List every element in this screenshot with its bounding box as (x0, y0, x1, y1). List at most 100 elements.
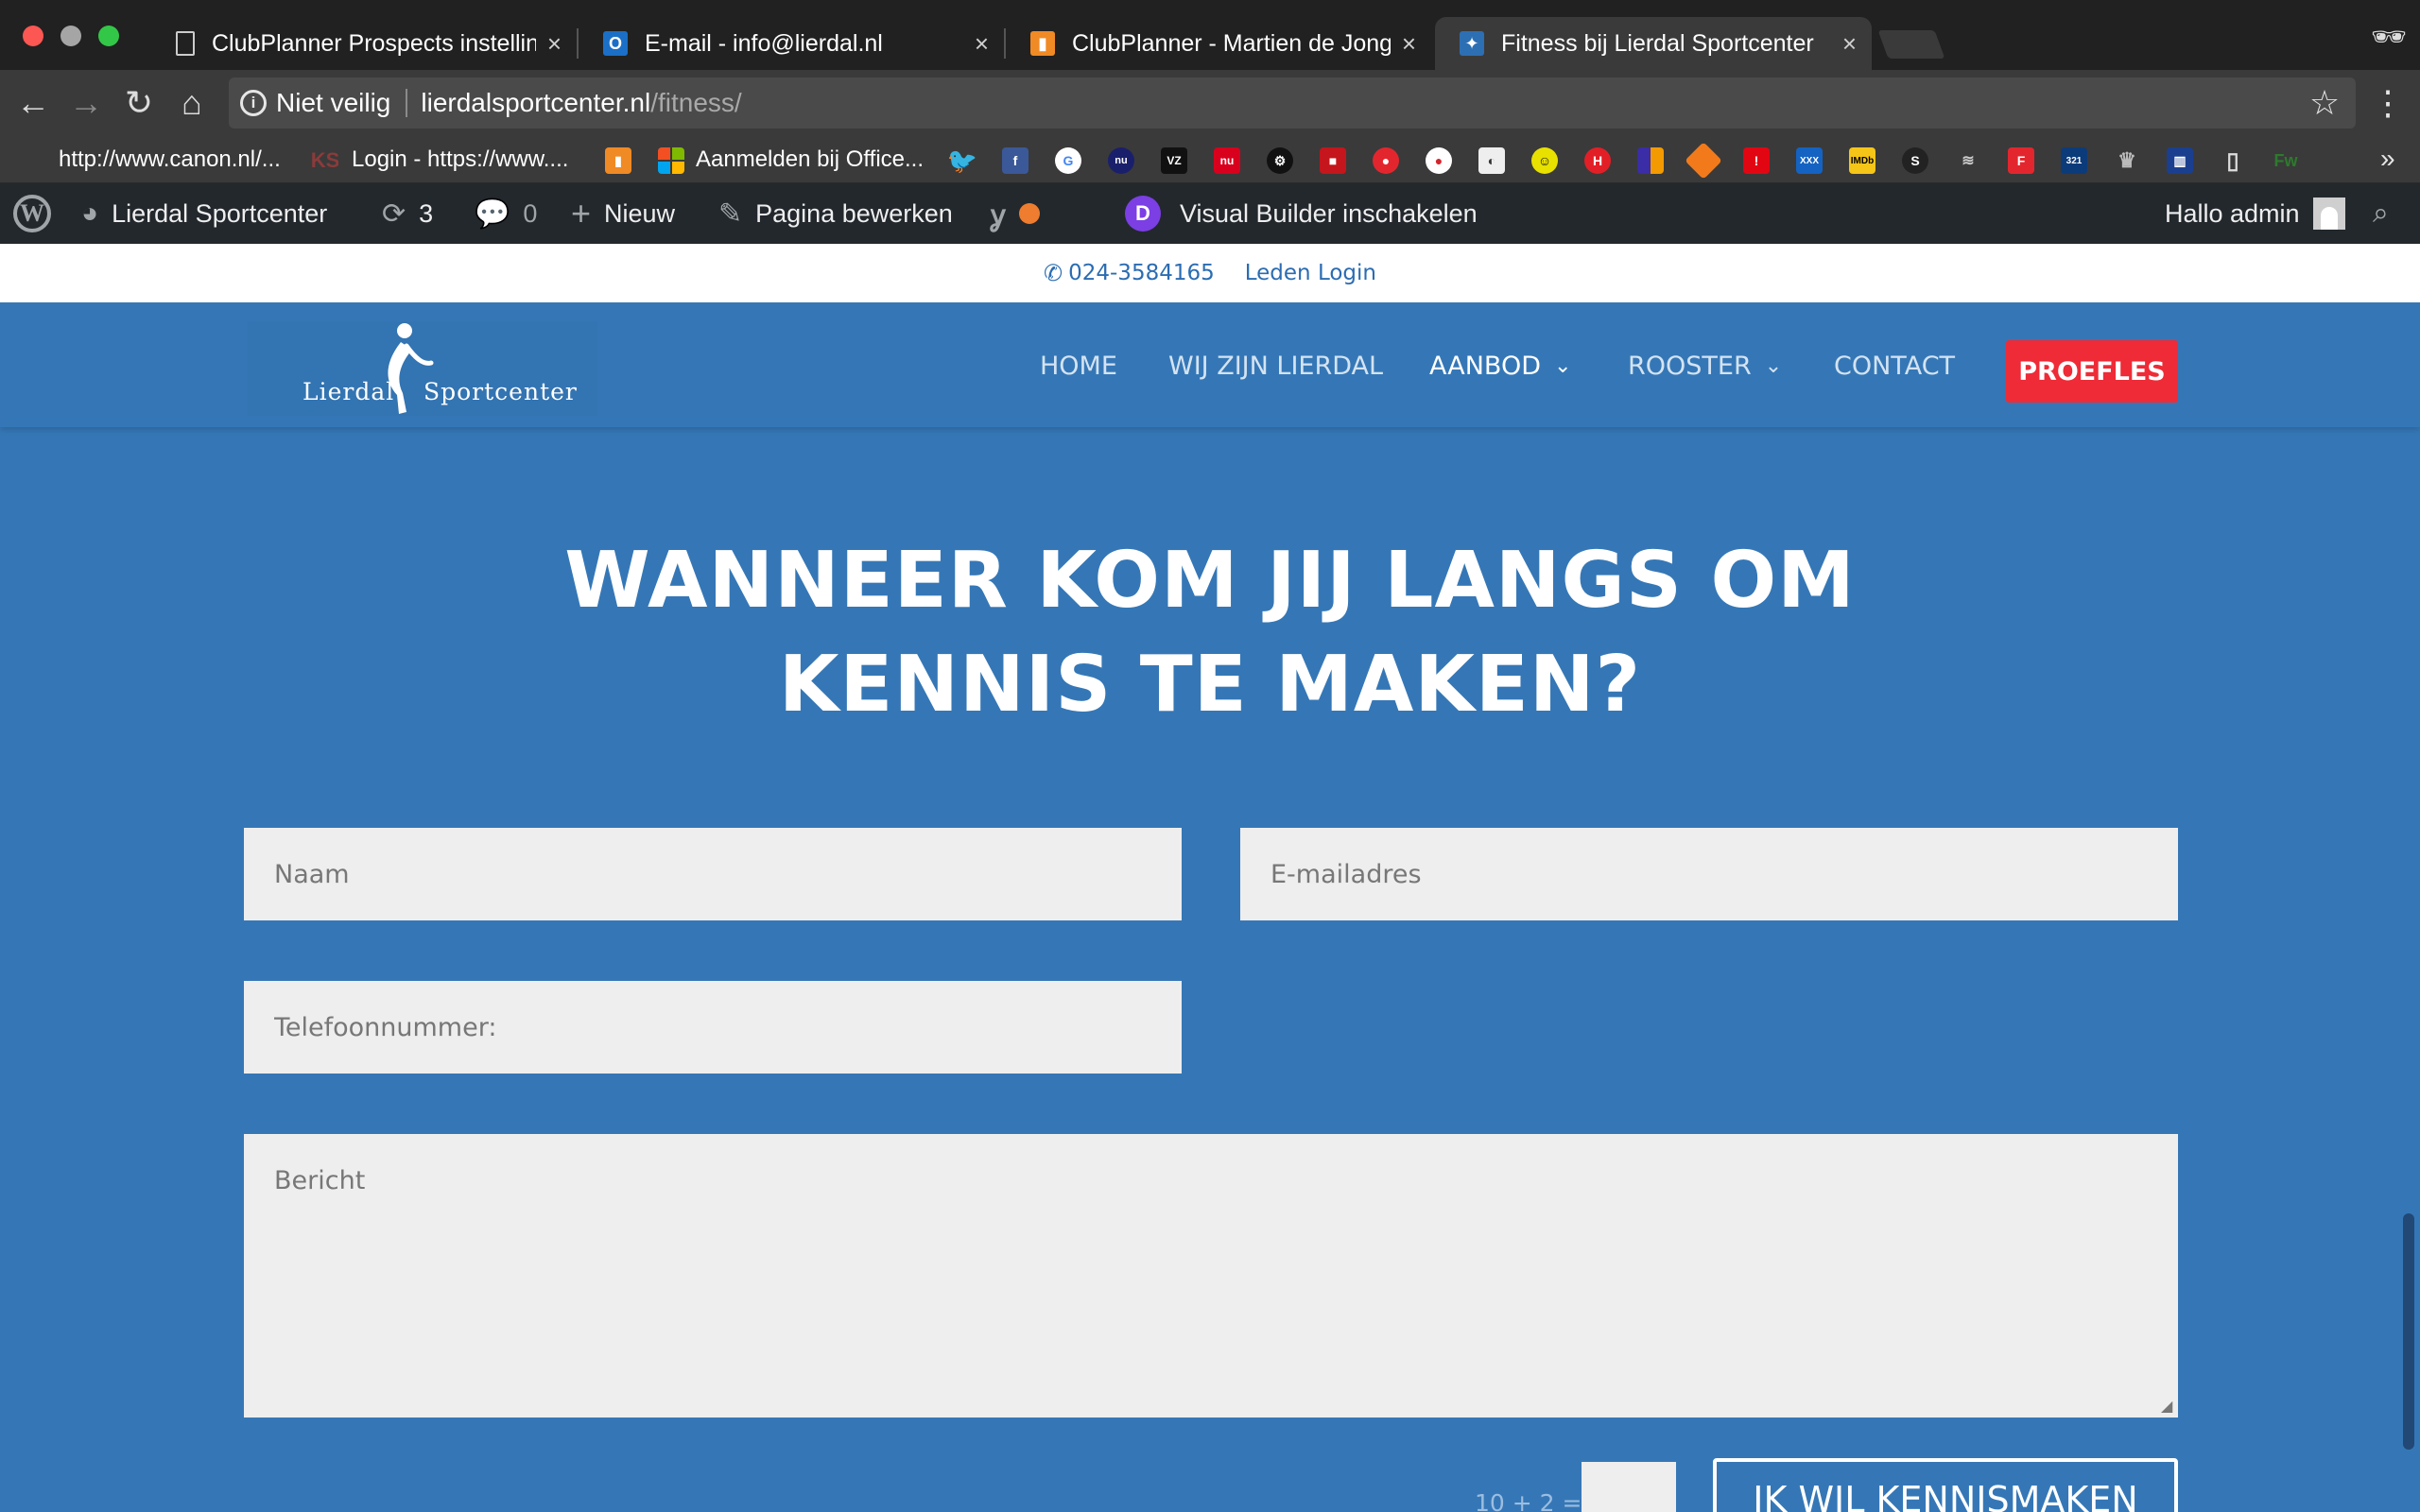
site-top-bar: ✆ 024-3584165 Leden Login (0, 244, 2420, 302)
security-label: Niet veilig (276, 88, 391, 117)
bookmark-item[interactable]: Aanmelden bij Office... (696, 144, 924, 176)
wordpress-logo-icon[interactable]: W (13, 183, 51, 244)
red-f-icon[interactable]: F (2008, 147, 2034, 174)
browser-tab[interactable]: O E-mail - info@lierdal.nl × (579, 17, 1004, 70)
s-logo-icon[interactable]: S (1902, 147, 1928, 174)
browser-tab-active[interactable]: ✦ Fitness bij Lierdal Sportcenter × (1435, 17, 1872, 70)
nav-aanbod[interactable]: AANBOD ⌄ (1429, 342, 1571, 391)
google-icon[interactable]: G (1055, 147, 1081, 174)
clubplanner-icon[interactable]: ▮ (605, 147, 631, 174)
apple-icon[interactable]: ● (1426, 147, 1452, 174)
browser-tab-bar: ClubPlanner Prospects instellingen × O E… (0, 0, 2420, 70)
twitter-icon[interactable]: 🐦 (949, 147, 976, 174)
321-icon[interactable]: 321 (2061, 147, 2087, 174)
eye-logo-icon[interactable]: ◐ (1478, 147, 1505, 174)
phone-number: 024-3584165 (1068, 261, 1215, 285)
phone-input[interactable] (244, 981, 1182, 1074)
browser-tab[interactable]: ▮ ClubPlanner - Martien de Jong × (1006, 17, 1431, 70)
back-arrow-icon[interactable]: ← (9, 79, 57, 127)
name-input[interactable] (244, 828, 1182, 920)
fw-icon[interactable]: Fw (2273, 147, 2299, 174)
admin-site-name: Lierdal Sportcenter (112, 198, 328, 228)
document-icon[interactable]: ▯ (2220, 147, 2246, 174)
submit-button[interactable]: IK WIL KENNISMAKEN (1713, 1458, 2178, 1512)
close-tab-icon[interactable]: × (1402, 29, 1416, 59)
email-input[interactable] (1240, 828, 2178, 920)
close-tab-icon[interactable]: × (1842, 29, 1857, 59)
facebook-icon[interactable]: f (1002, 147, 1028, 174)
bookmark-item[interactable]: Login - https://www.... (352, 144, 568, 176)
exclamation-icon[interactable]: ! (1743, 147, 1770, 174)
phone-link[interactable]: ✆ 024-3584165 (1044, 260, 1215, 286)
proefles-button[interactable]: PROEFLES (2006, 340, 2178, 403)
search-icon: ⌕ (2373, 198, 2389, 229)
page-title: WANNEER KOM JIJ LANGS OM KENNIS TE MAKEN… (0, 529, 2420, 737)
gear-logo-icon[interactable]: ⚙ (1267, 147, 1293, 174)
url-path: /fitness/ (650, 88, 742, 117)
address-bar[interactable]: i Niet veilig lierdalsportcenter.nl /fit… (229, 77, 2356, 129)
tab-title: Fitness bij Lierdal Sportcenter (1501, 29, 1814, 57)
home-icon[interactable]: ⌂ (168, 79, 216, 127)
imdb-icon[interactable]: IMDb (1849, 147, 1876, 174)
chevron-down-icon: ⌄ (1764, 354, 1783, 378)
admin-account-menu[interactable]: Hallo admin (2165, 183, 2345, 244)
admin-site-link[interactable]: ◕ Lierdal Sportcenter (81, 183, 327, 244)
speed-icon[interactable]: ≋ (1955, 147, 1981, 174)
avatar (2312, 198, 2345, 230)
nav-label: ROOSTER (1628, 352, 1752, 381)
bookmarks-overflow-icon[interactable]: » (2380, 144, 2395, 174)
headline-line-1: WANNEER KOM JIJ LANGS OM (564, 536, 1856, 626)
admin-comments-link[interactable]: 💬 0 (475, 183, 537, 244)
vz-icon[interactable]: VZ (1161, 147, 1187, 174)
reload-icon[interactable]: ↻ (115, 79, 163, 127)
nav-home[interactable]: HOME (1040, 342, 1117, 391)
edit-page-label: Pagina bewerken (755, 198, 953, 228)
yellow-face-icon[interactable]: ☺ (1531, 147, 1558, 174)
info-icon[interactable]: i (240, 90, 267, 116)
crown-icon[interactable]: ♛ (2114, 147, 2140, 174)
maximize-window-button[interactable] (98, 26, 119, 46)
nu-circle-icon[interactable]: nu (1108, 147, 1134, 174)
close-tab-icon[interactable]: × (975, 29, 989, 59)
browser-menu-icon[interactable]: ⋮ (2369, 79, 2407, 127)
nav-wij-zijn-lierdal[interactable]: WIJ ZIJN LIERDAL (1168, 342, 1383, 391)
page-scrollbar[interactable] (2403, 1213, 2414, 1450)
seo-status-dot (1018, 203, 1040, 224)
minimize-window-button[interactable] (60, 26, 81, 46)
resize-grip-icon[interactable]: ◢ (2161, 1399, 2178, 1416)
new-tab-button[interactable] (1877, 30, 1945, 59)
member-login-link[interactable]: Leden Login (1245, 261, 1376, 285)
admin-updates-link[interactable]: ⟳ 3 (382, 183, 433, 244)
orange-diamond-icon[interactable] (1685, 142, 1722, 180)
bookmark-star-icon[interactable]: ☆ (2303, 79, 2346, 127)
flag-icon[interactable] (1637, 147, 1664, 174)
admin-edit-page-link[interactable]: ✎ Pagina bewerken (718, 183, 953, 244)
new-label: Nieuw (604, 198, 676, 228)
nav-rooster[interactable]: ROOSTER ⌄ (1628, 342, 1782, 391)
close-window-button[interactable] (23, 26, 43, 46)
nu-nl-icon[interactable]: nu (1214, 147, 1240, 174)
red-circle-icon[interactable]: ● (1373, 147, 1399, 174)
forward-arrow-icon[interactable]: → (62, 79, 110, 127)
blue-badge-icon[interactable]: XXX (1796, 147, 1823, 174)
h-icon[interactable]: H (1584, 147, 1611, 174)
browser-tab[interactable]: ClubPlanner Prospects instellingen × (151, 17, 577, 70)
plus-icon: + (571, 194, 592, 232)
red-square-icon[interactable]: ■ (1320, 147, 1346, 174)
divi-icon: D (1125, 196, 1161, 232)
blue-tower-icon[interactable]: ▥ (2167, 147, 2193, 174)
tab-title: E-mail - info@lierdal.nl (645, 29, 883, 57)
nav-contact[interactable]: CONTACT (1834, 342, 1955, 391)
pencil-icon: ✎ (718, 198, 743, 230)
site-logo[interactable]: Lierdal Sportcenter (248, 321, 597, 416)
captcha-input[interactable] (1582, 1462, 1676, 1512)
admin-new-link[interactable]: + Nieuw (571, 183, 675, 244)
close-tab-icon[interactable]: × (547, 29, 562, 59)
bookmark-item[interactable]: http://www.canon.nl/... (59, 144, 281, 176)
phone-icon: ✆ (1044, 260, 1063, 286)
message-textarea[interactable] (244, 1134, 2178, 1418)
visual-builder-link[interactable]: D Visual Builder inschakelen (1125, 183, 1478, 244)
yoast-link[interactable]: ỿ (991, 183, 1040, 244)
logo-text-right: Sportcenter (424, 378, 578, 405)
admin-search-icon[interactable]: ⌕ (2373, 183, 2389, 244)
